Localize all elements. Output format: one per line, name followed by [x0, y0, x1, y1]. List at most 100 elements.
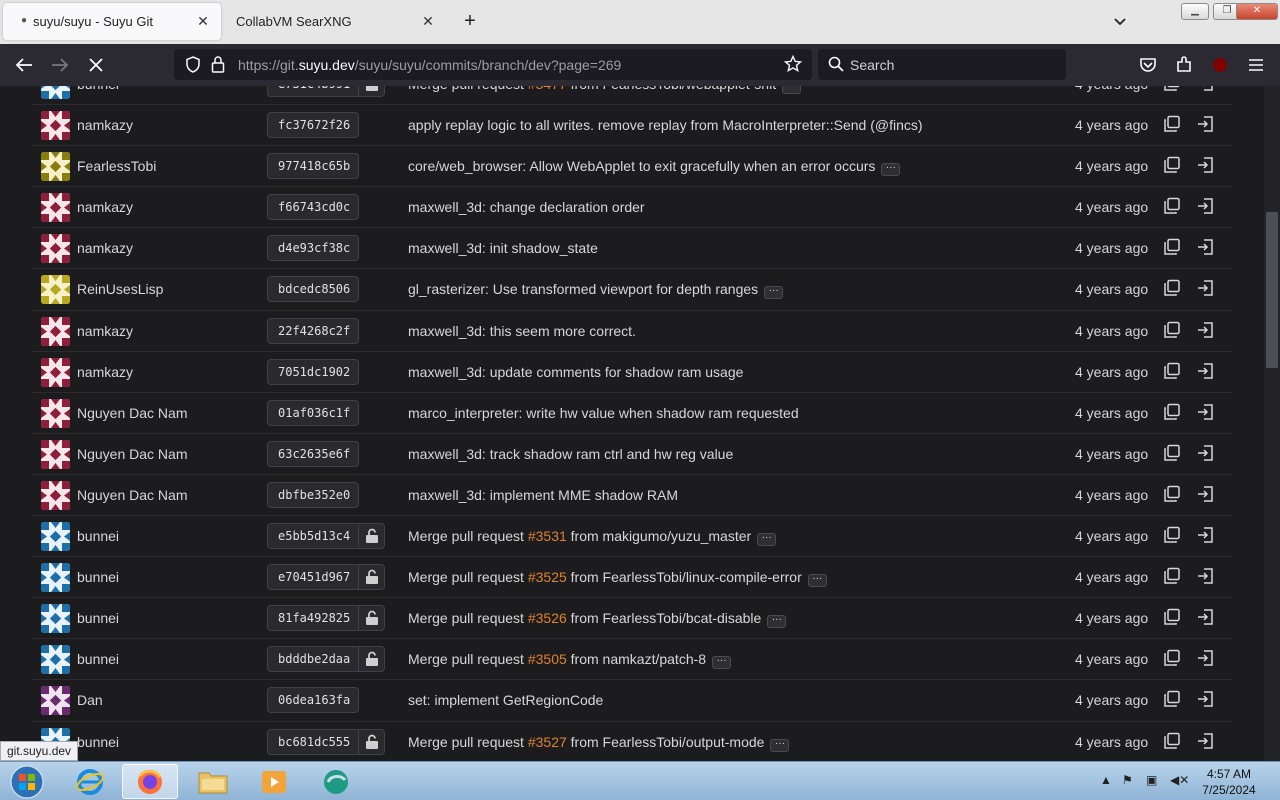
expand-message-button[interactable]: ··· — [757, 533, 777, 547]
commit-sha[interactable]: bdddbe2daa — [268, 647, 358, 671]
tab-close-icon[interactable]: ✕ — [193, 11, 213, 31]
commit-message[interactable]: maxwell_3d: track shadow ram ctrl and hw… — [408, 446, 733, 462]
browse-repository-icon[interactable] — [1197, 444, 1215, 462]
commit-message[interactable]: maxwell_3d: update comments for shadow r… — [408, 364, 743, 380]
commit-sha-button[interactable]: 01af036c1f — [267, 399, 359, 426]
commit-sha-button[interactable]: bdddbe2daa — [267, 646, 385, 673]
pull-request-link[interactable]: #3526 — [528, 610, 567, 626]
tracking-protection-shield-icon[interactable] — [185, 56, 201, 78]
commit-author[interactable]: bunnei — [77, 86, 119, 92]
browse-repository-icon[interactable] — [1197, 485, 1215, 503]
action-center-flag-icon[interactable]: ⚑ — [1122, 773, 1133, 787]
commit-sha-button[interactable]: dbfbe352e0 — [267, 481, 359, 508]
commit-sha-button[interactable]: fc37672f26 — [267, 112, 359, 139]
copy-sha-icon[interactable] — [1163, 362, 1181, 380]
copy-sha-icon[interactable] — [1163, 485, 1181, 503]
author-avatar[interactable] — [41, 316, 70, 346]
author-avatar[interactable] — [41, 480, 70, 510]
expand-message-button[interactable]: ··· — [712, 656, 732, 670]
commit-sha[interactable]: 81fa492825 — [268, 606, 358, 630]
copy-sha-icon[interactable] — [1163, 608, 1181, 626]
signed-lock-icon[interactable] — [358, 729, 384, 754]
browse-repository-icon[interactable] — [1197, 321, 1215, 339]
volume-muted-icon[interactable]: ◀✕ — [1170, 773, 1189, 787]
commit-message[interactable]: maxwell_3d: change declaration order — [408, 199, 645, 215]
commit-author[interactable]: bunnei — [77, 610, 119, 626]
author-avatar[interactable] — [41, 111, 70, 141]
commit-author[interactable]: Nguyen Dac Nam — [77, 487, 188, 503]
author-avatar[interactable] — [41, 563, 70, 593]
commit-sha[interactable]: 06dea163fa — [268, 688, 358, 712]
forward-arrow-icon[interactable] — [47, 53, 73, 77]
signed-lock-icon[interactable] — [358, 606, 384, 631]
commit-message[interactable]: Merge pull request #3527 from FearlessTo… — [408, 734, 790, 752]
copy-sha-icon[interactable] — [1163, 732, 1181, 750]
copy-sha-icon[interactable] — [1163, 321, 1181, 339]
padlock-icon[interactable] — [211, 55, 225, 78]
commit-author[interactable]: namkazy — [77, 199, 133, 215]
author-avatar[interactable] — [41, 604, 70, 634]
scrollbar-track[interactable] — [1264, 86, 1280, 761]
commit-author[interactable]: FearlessTobi — [77, 158, 156, 174]
commit-sha[interactable]: 63c2635e6f — [268, 442, 358, 466]
commit-sha[interactable]: d4e93cf38c — [268, 236, 358, 260]
copy-sha-icon[interactable] — [1163, 526, 1181, 544]
commit-sha[interactable]: e5bb5d13c4 — [268, 524, 358, 548]
commit-sha-button[interactable]: 81fa492825 — [267, 605, 385, 632]
commit-author[interactable]: Dan — [77, 692, 103, 708]
commit-message[interactable]: maxwell_3d: this seem more correct. — [408, 323, 636, 339]
commit-message[interactable]: set: implement GetRegionCode — [408, 692, 603, 708]
commit-author[interactable]: namkazy — [77, 364, 133, 380]
browse-repository-icon[interactable] — [1197, 115, 1215, 133]
pull-request-link[interactable]: #3527 — [528, 734, 567, 750]
commit-message[interactable]: Merge pull request #3505 from namkazt/pa… — [408, 651, 732, 670]
browse-repository-icon[interactable] — [1197, 279, 1215, 297]
browse-repository-icon[interactable] — [1197, 197, 1215, 215]
signed-lock-icon[interactable] — [358, 86, 384, 96]
commit-author[interactable]: Nguyen Dac Nam — [77, 405, 188, 421]
back-arrow-icon[interactable] — [11, 53, 37, 77]
browse-repository-icon[interactable] — [1197, 86, 1215, 92]
scrollbar-thumb[interactable] — [1266, 212, 1278, 368]
commit-message[interactable]: Merge pull request #3525 from FearlessTo… — [408, 569, 827, 588]
expand-message-button[interactable]: ··· — [807, 574, 827, 588]
browse-repository-icon[interactable] — [1197, 608, 1215, 626]
copy-sha-icon[interactable] — [1163, 649, 1181, 667]
commit-sha-button[interactable]: 06dea163fa — [267, 687, 359, 714]
copy-sha-icon[interactable] — [1163, 279, 1181, 297]
commit-sha[interactable]: 22f4268c2f — [268, 319, 358, 343]
commit-message[interactable]: Merge pull request #3526 from FearlessTo… — [408, 610, 787, 629]
commit-message[interactable]: gl_rasterizer: Use transformed viewport … — [408, 281, 784, 300]
copy-sha-icon[interactable] — [1163, 197, 1181, 215]
commit-sha-button[interactable]: 63c2635e6f — [267, 440, 359, 467]
commit-author[interactable]: Nguyen Dac Nam — [77, 446, 188, 462]
commit-sha-button[interactable]: 7051dc1902 — [267, 358, 359, 385]
browse-repository-icon[interactable] — [1197, 526, 1215, 544]
tab-suyu-git[interactable]: ● suyu/suyu - Suyu Git ✕ — [3, 3, 221, 40]
close-window-button[interactable]: ✕ — [1236, 3, 1278, 20]
commit-sha-button[interactable]: bdcedc8506 — [267, 276, 359, 303]
commit-sha-button[interactable]: e5bb5d13c4 — [267, 523, 385, 550]
commit-sha[interactable]: bc681dc555 — [268, 730, 358, 754]
new-tab-button[interactable]: + — [458, 10, 482, 34]
network-icon[interactable]: ▣ — [1146, 773, 1157, 787]
commit-author[interactable]: ReinUsesLisp — [77, 281, 163, 297]
browse-repository-icon[interactable] — [1197, 732, 1215, 750]
commit-author[interactable]: bunnei — [77, 569, 119, 585]
expand-message-button[interactable]: ··· — [764, 286, 784, 300]
commit-message[interactable]: maxwell_3d: implement MME shadow RAM — [408, 487, 678, 503]
commit-sha[interactable]: e731c4b991 — [268, 86, 358, 96]
commit-message[interactable]: Merge pull request #3477 from FearlessTo… — [408, 86, 802, 94]
commit-author[interactable]: namkazy — [77, 323, 133, 339]
commit-sha[interactable]: 7051dc1902 — [268, 360, 358, 384]
pull-request-link[interactable]: #3525 — [528, 569, 567, 585]
commit-message[interactable]: marco_interpreter: write hw value when s… — [408, 405, 799, 421]
commit-message[interactable]: Merge pull request #3531 from makigumo/y… — [408, 528, 777, 547]
start-button[interactable] — [2, 764, 52, 799]
stop-loading-icon[interactable] — [83, 53, 109, 77]
pull-request-link[interactable]: #3477 — [528, 86, 567, 92]
commit-message[interactable]: apply replay logic to all writes. remove… — [408, 117, 923, 133]
commit-sha[interactable]: bdcedc8506 — [268, 277, 358, 301]
media-player-taskbar-icon[interactable] — [246, 764, 302, 799]
bookmark-star-icon[interactable] — [783, 54, 803, 78]
